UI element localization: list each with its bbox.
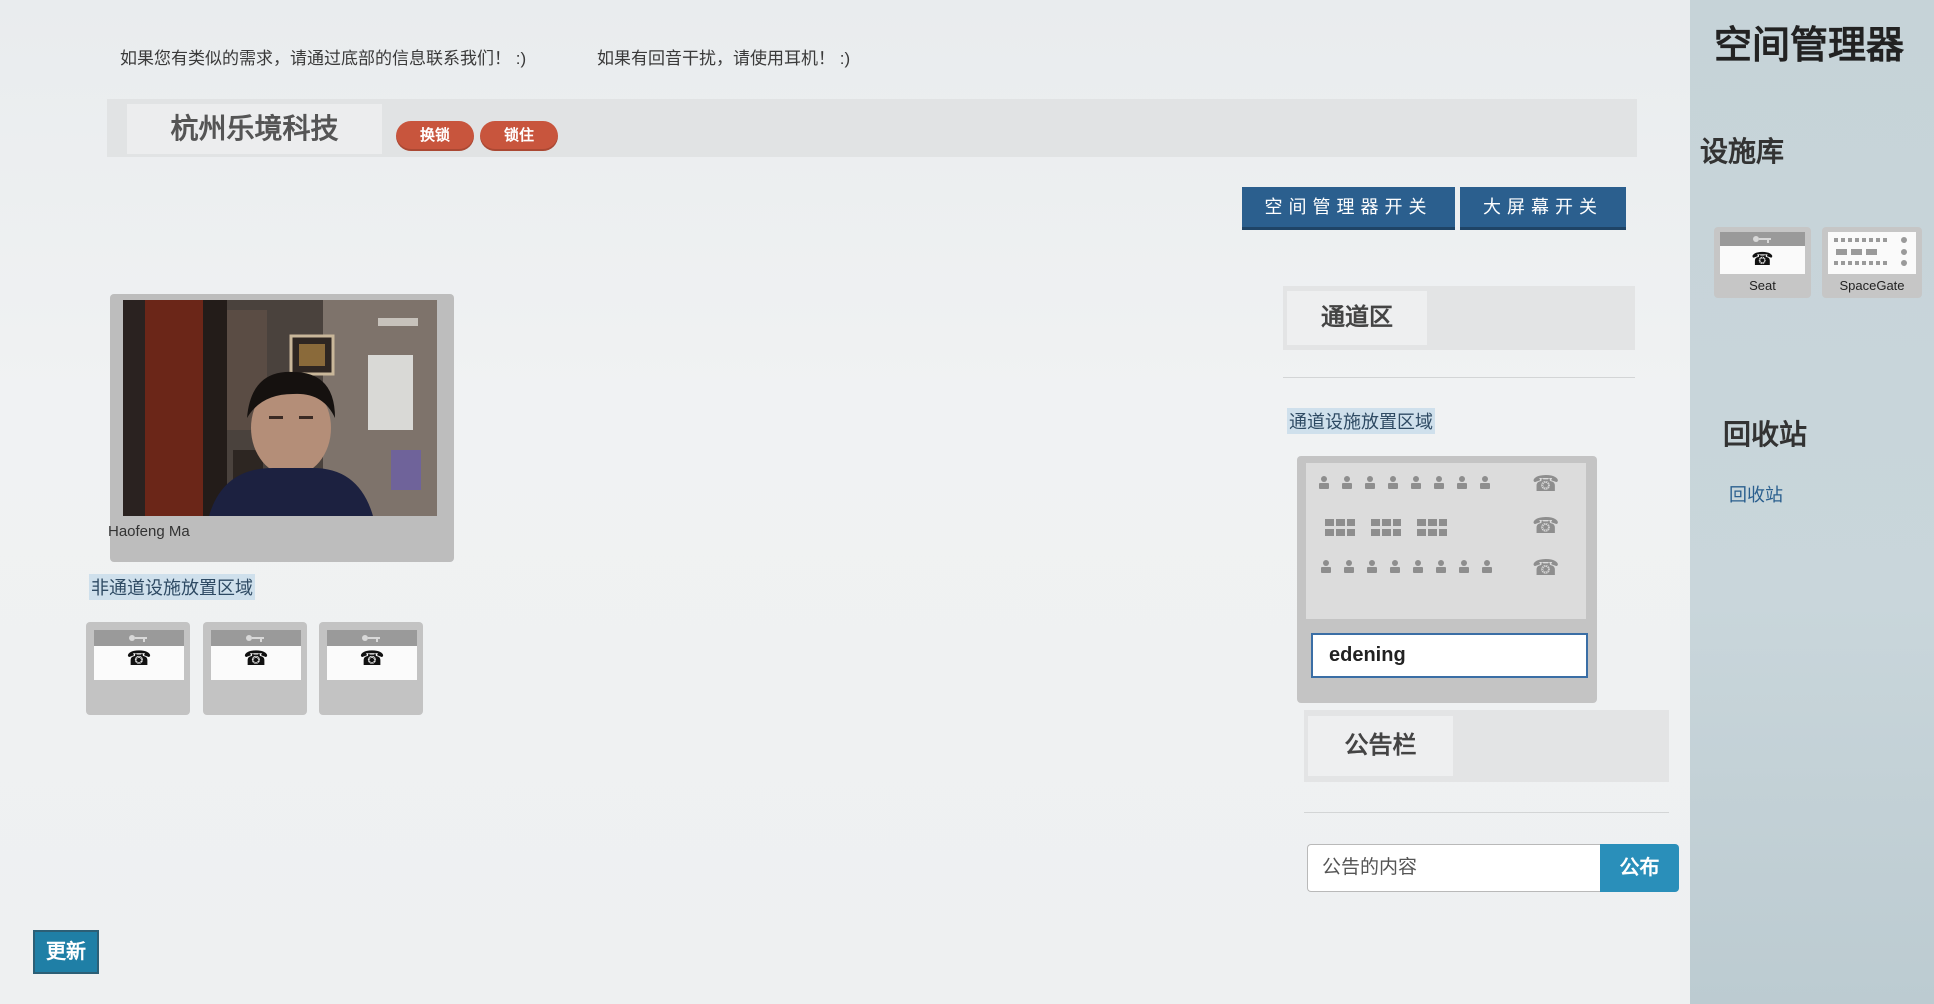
door <box>145 300 203 516</box>
gate-seat-icon <box>1387 559 1403 580</box>
space-manager-toggle-button[interactable]: 空间管理器开关 <box>1242 187 1455 230</box>
gate-seat-icon <box>1479 559 1495 580</box>
gate-seat-icon <box>1408 475 1424 496</box>
library-item-label: Seat <box>1749 278 1776 293</box>
gate-seat-icon <box>1364 559 1380 580</box>
channel-area-title: 通道区 <box>1287 291 1427 345</box>
gate-seat-icon <box>1341 559 1357 580</box>
gate-block-icon <box>1416 517 1448 544</box>
window <box>368 355 413 430</box>
channel-area-placement-label: 通道设施放置区域 <box>1287 408 1435 434</box>
seat-card: ☎ <box>327 630 417 680</box>
recycle-bin-title: 回收站 <box>1723 419 1808 450</box>
library-item-spacegate[interactable]: SpaceGate <box>1822 227 1922 298</box>
gate-block-icon <box>1370 517 1402 544</box>
sidebar-title: 空间管理器 <box>1714 25 1905 67</box>
telephone-icon: ☎ <box>1532 555 1560 580</box>
big-screen-toggle-button[interactable]: 大屏幕开关 <box>1460 187 1626 230</box>
seat-card: ☎ <box>1720 232 1805 274</box>
gate-seat-icon <box>1456 559 1472 580</box>
gate-seat-icon <box>1454 475 1470 496</box>
key-icon <box>1752 236 1771 243</box>
video-feed <box>123 300 437 516</box>
seat-strip <box>1720 232 1805 246</box>
gate-seat-icon <box>1318 559 1334 580</box>
gate-seat-icon <box>1339 475 1355 496</box>
gate-seat-icon <box>1385 475 1401 496</box>
publish-button[interactable]: 公布 <box>1600 844 1679 892</box>
key-icon <box>362 635 380 642</box>
seat-card: ☎ <box>211 630 301 680</box>
seat-card: ☎ <box>94 630 184 680</box>
non-channel-area-label: 非通道设施放置区域 <box>89 574 255 600</box>
telephone-icon: ☎ <box>243 648 269 670</box>
divider <box>1283 377 1635 378</box>
seat-strip <box>211 630 301 646</box>
bulletin-input[interactable] <box>1307 844 1600 892</box>
lock-button[interactable]: 锁住 <box>480 121 558 151</box>
seat-strip <box>94 630 184 646</box>
gate-seat-icon <box>1477 475 1493 496</box>
space-gate-name-input[interactable] <box>1311 633 1588 678</box>
seat-strip <box>327 630 417 646</box>
telephone-icon: ☎ <box>126 648 152 670</box>
seat-tile[interactable]: ☎ <box>319 622 423 715</box>
bulletin-title: 公告栏 <box>1308 716 1453 776</box>
spacegate-icon <box>1834 237 1907 266</box>
recycle-bin-link[interactable]: 回收站 <box>1729 481 1783 507</box>
facility-library-title: 设施库 <box>1700 136 1785 167</box>
update-button[interactable]: 更新 <box>33 930 99 974</box>
library-item-label: SpaceGate <box>1839 278 1905 293</box>
gate-seat-icon <box>1433 559 1449 580</box>
gate-seat-icon <box>1316 475 1332 496</box>
space-gate-display: ☎ ☎ ☎ <box>1306 463 1586 619</box>
notice-contact: 如果您有类似的需求，请通过底部的信息联系我们！ :) <box>120 49 527 68</box>
page-title: 杭州乐境科技 <box>127 104 382 154</box>
spacegate-card <box>1828 232 1916 274</box>
notice-echo: 如果有回音干扰，请使用耳机！ :) <box>597 49 851 68</box>
gate-block-icon <box>1324 517 1356 544</box>
gate-seat-icon <box>1431 475 1447 496</box>
divider <box>1304 812 1669 813</box>
telephone-icon: ☎ <box>1532 471 1560 496</box>
key-icon <box>246 635 264 642</box>
gate-seat-icon <box>1362 475 1378 496</box>
telephone-icon: ☎ <box>1532 513 1560 538</box>
telephone-icon: ☎ <box>359 648 385 670</box>
telephone-icon: ☎ <box>1751 249 1774 269</box>
library-item-seat[interactable]: ☎ Seat <box>1714 227 1811 298</box>
seat-tile[interactable]: ☎ <box>203 622 307 715</box>
change-lock-button[interactable]: 换锁 <box>396 121 474 151</box>
seat-tile[interactable]: ☎ <box>86 622 190 715</box>
key-icon <box>129 635 147 642</box>
main-area: 如果您有类似的需求，请通过底部的信息联系我们！ :) 如果有回音干扰，请使用耳机… <box>0 0 1690 1004</box>
participant-name: Haofeng Ma <box>108 523 190 540</box>
gate-seat-icon <box>1410 559 1426 580</box>
